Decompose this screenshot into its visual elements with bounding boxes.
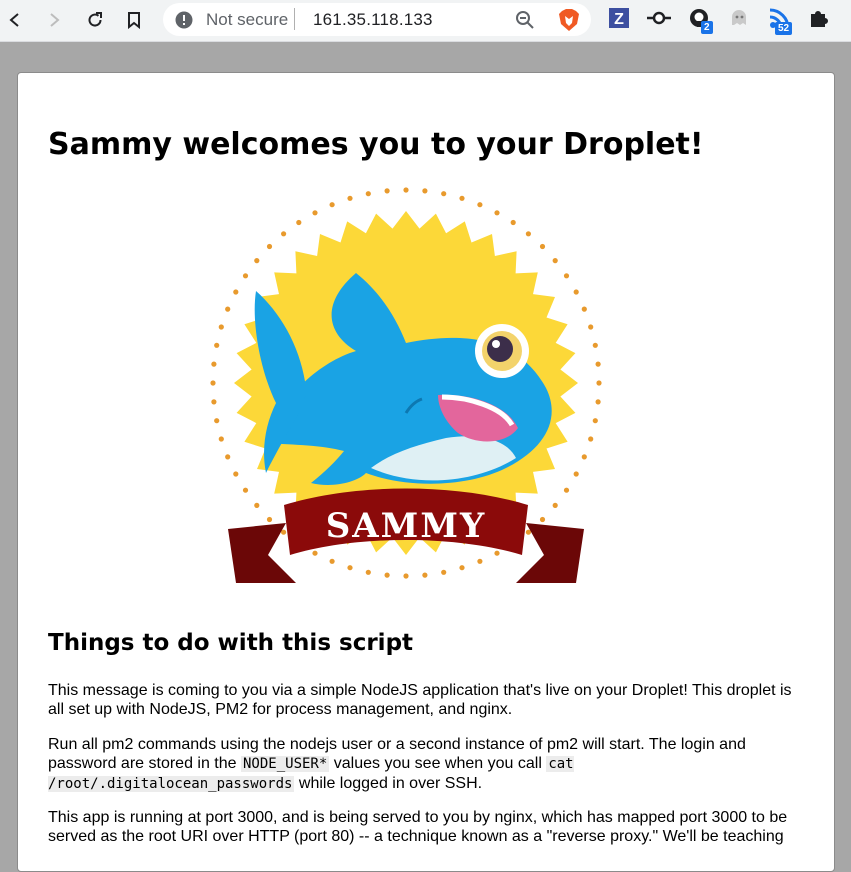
- security-label[interactable]: Not secure: [206, 10, 288, 30]
- ring-dot: [266, 516, 273, 523]
- ring-dot: [225, 306, 231, 312]
- ring-dot: [403, 573, 409, 579]
- ring-dot: [573, 471, 579, 477]
- ring-dot: [592, 418, 598, 424]
- ring-dot: [329, 558, 335, 564]
- ring-dot: [441, 569, 447, 575]
- ring-dot: [581, 454, 587, 460]
- ring-dot: [552, 502, 558, 508]
- browser-toolbar: Not secure 161.35.118.133 Z 2 52: [0, 0, 851, 42]
- forward-button[interactable]: [40, 6, 68, 34]
- page-card: Sammy welcomes you to your Droplet! SAMM…: [17, 72, 835, 872]
- port-paragraph: This app is running at port 3000, and is…: [48, 809, 788, 845]
- ring-dot: [581, 306, 587, 312]
- ring-dot: [588, 436, 594, 442]
- github-badge: 2: [701, 21, 713, 34]
- github-extension[interactable]: 2: [688, 7, 714, 34]
- section-heading: Things to do with this script: [48, 630, 414, 656]
- ring-dot: [477, 558, 483, 564]
- commit-extension[interactable]: [646, 7, 672, 33]
- ring-dot: [225, 454, 231, 460]
- svg-text:Z: Z: [614, 11, 624, 28]
- ring-dot: [233, 289, 239, 295]
- ring-dot: [211, 361, 217, 367]
- ring-dot: [459, 565, 465, 571]
- ring-dot: [573, 289, 579, 295]
- ring-dot: [595, 361, 601, 367]
- back-arrow-icon: [9, 13, 19, 27]
- url-text[interactable]: 161.35.118.133: [313, 10, 433, 30]
- ring-dot: [211, 399, 217, 405]
- ring-dot: [459, 195, 465, 201]
- sammy-shark-illustration: SAMMY: [210, 187, 602, 583]
- ring-dot: [563, 273, 570, 279]
- ring-dot: [384, 572, 390, 578]
- ring-dot: [312, 210, 318, 216]
- feed-badge: 52: [775, 22, 793, 35]
- back-button[interactable]: [1, 6, 29, 34]
- sammy-logo: SAMMY: [206, 183, 606, 607]
- ring-dot: [214, 342, 220, 348]
- ring-dot: [539, 516, 546, 523]
- ring-dot: [254, 502, 260, 508]
- ring-dot: [365, 191, 371, 197]
- ring-dot: [218, 324, 224, 330]
- ring-dot: [563, 487, 570, 493]
- ring-dot: [312, 550, 318, 556]
- ring-dot: [494, 210, 500, 216]
- ring-dot: [588, 324, 594, 330]
- ring-dot: [422, 572, 428, 578]
- reload-icon: [88, 12, 102, 27]
- bookmark-button[interactable]: [120, 6, 148, 34]
- ring-dot: [525, 231, 531, 237]
- ring-dot: [218, 436, 224, 442]
- ring-dot: [347, 565, 353, 571]
- commit-icon: [647, 11, 671, 25]
- zotero-extension[interactable]: Z: [608, 7, 634, 33]
- ring-dot: [384, 188, 390, 194]
- ring-dot: [539, 243, 546, 250]
- ring-dot: [329, 202, 335, 208]
- ring-dot: [266, 243, 273, 250]
- forward-arrow-icon: [50, 13, 60, 27]
- ring-dot: [242, 487, 249, 493]
- zoom-out-icon[interactable]: [515, 10, 535, 30]
- brave-shield-icon[interactable]: [558, 8, 580, 32]
- ring-dot: [596, 380, 602, 386]
- node-user-code: NODE_USER*: [241, 756, 330, 772]
- ring-dot: [242, 273, 249, 279]
- ring-dot: [592, 342, 598, 348]
- ring-dot: [365, 569, 371, 575]
- ring-dot: [254, 258, 260, 264]
- address-separator: [294, 8, 295, 30]
- ring-dot: [210, 380, 216, 386]
- extensions-menu-button[interactable]: [808, 7, 834, 33]
- ring-dot: [233, 471, 239, 477]
- ring-dot: [510, 219, 516, 226]
- zotero-icon: Z: [609, 8, 629, 28]
- svg-text:SAMMY: SAMMY: [326, 506, 486, 546]
- ring-dot: [552, 258, 558, 264]
- ring-dot: [347, 195, 353, 201]
- reload-button[interactable]: [81, 6, 109, 34]
- intro-paragraph: This message is coming to you via a simp…: [48, 682, 792, 718]
- ring-dot: [403, 187, 409, 193]
- ring-dot: [595, 399, 601, 405]
- ghost-icon: [732, 10, 746, 25]
- address-bar[interactable]: Not secure 161.35.118.133: [163, 3, 591, 36]
- ring-dot: [214, 418, 220, 424]
- ghost-extension[interactable]: [728, 7, 754, 33]
- info-icon[interactable]: [175, 11, 193, 29]
- ring-dot: [281, 231, 287, 237]
- ring-dot: [296, 219, 302, 226]
- ring-dot: [441, 191, 447, 197]
- pm2-paragraph: Run all pm2 commands using the nodejs us…: [48, 736, 746, 792]
- ring-dot: [422, 188, 428, 194]
- bookmark-icon: [128, 12, 140, 29]
- puzzle-icon: [811, 11, 828, 27]
- page-title: Sammy welcomes you to your Droplet!: [48, 127, 704, 162]
- ring-dot: [494, 550, 500, 556]
- ring-dot: [477, 202, 483, 208]
- feed-extension[interactable]: 52: [767, 7, 793, 35]
